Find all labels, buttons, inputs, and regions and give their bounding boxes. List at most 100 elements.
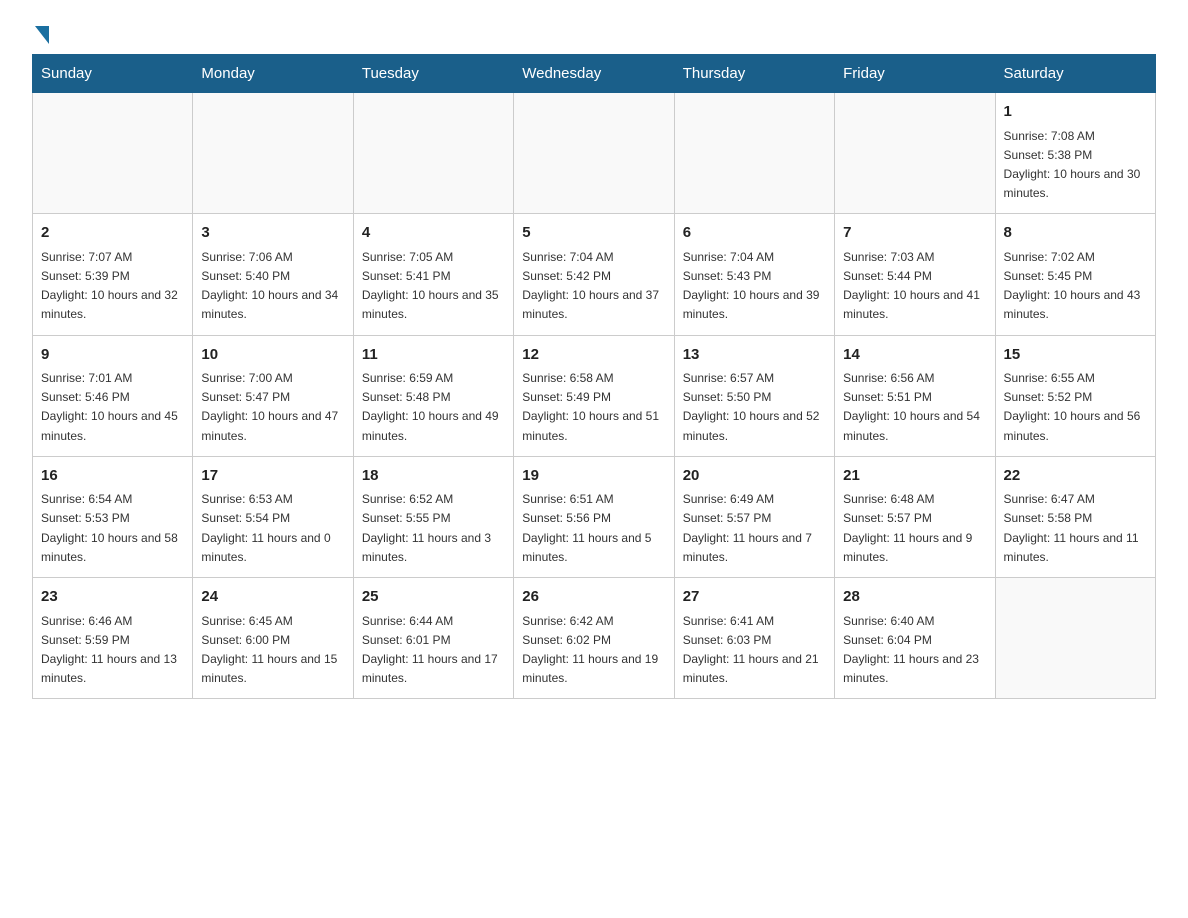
day-number: 28 xyxy=(843,586,986,609)
day-info: Sunrise: 6:42 AMSunset: 6:02 PMDaylight:… xyxy=(522,612,665,689)
day-number: 14 xyxy=(843,344,986,367)
day-info: Sunrise: 7:08 AMSunset: 5:38 PMDaylight:… xyxy=(1004,127,1147,204)
day-info: Sunrise: 7:02 AMSunset: 5:45 PMDaylight:… xyxy=(1004,248,1147,325)
calendar-cell xyxy=(835,93,995,214)
calendar-cell: 13Sunrise: 6:57 AMSunset: 5:50 PMDayligh… xyxy=(674,335,834,456)
day-number: 3 xyxy=(201,222,344,245)
day-info: Sunrise: 7:04 AMSunset: 5:42 PMDaylight:… xyxy=(522,248,665,325)
day-number: 25 xyxy=(362,586,505,609)
day-number: 13 xyxy=(683,344,826,367)
day-number: 1 xyxy=(1004,101,1147,124)
day-number: 21 xyxy=(843,465,986,488)
calendar-cell: 16Sunrise: 6:54 AMSunset: 5:53 PMDayligh… xyxy=(33,456,193,577)
logo xyxy=(32,24,49,42)
day-info: Sunrise: 7:00 AMSunset: 5:47 PMDaylight:… xyxy=(201,369,344,446)
day-info: Sunrise: 6:56 AMSunset: 5:51 PMDaylight:… xyxy=(843,369,986,446)
calendar-cell: 23 Sunrise: 6:46 AMSunset: 5:59 PMDayligh… xyxy=(33,578,193,699)
calendar-cell: 15Sunrise: 6:55 AMSunset: 5:52 PMDayligh… xyxy=(995,335,1155,456)
day-number: 6 xyxy=(683,222,826,245)
day-number: 12 xyxy=(522,344,665,367)
calendar-cell xyxy=(193,93,353,214)
calendar-cell: 4 Sunrise: 7:05 AMSunset: 5:41 PMDaylight… xyxy=(353,214,513,335)
day-info: Sunrise: 6:55 AMSunset: 5:52 PMDaylight:… xyxy=(1004,369,1147,446)
calendar-header-monday: Monday xyxy=(193,55,353,93)
day-number: 23 xyxy=(41,586,184,609)
calendar-cell xyxy=(353,93,513,214)
calendar-header-saturday: Saturday xyxy=(995,55,1155,93)
calendar-cell: 25 Sunrise: 6:44 AMSunset: 6:01 PMDayligh… xyxy=(353,578,513,699)
calendar-cell: 3 Sunrise: 7:06 AMSunset: 5:40 PMDaylight… xyxy=(193,214,353,335)
page-header xyxy=(32,24,1156,42)
day-info: Sunrise: 6:46 AMSunset: 5:59 PMDaylight:… xyxy=(41,612,184,689)
day-number: 20 xyxy=(683,465,826,488)
day-number: 16 xyxy=(41,465,184,488)
day-number: 26 xyxy=(522,586,665,609)
calendar-table: SundayMondayTuesdayWednesdayThursdayFrid… xyxy=(32,54,1156,699)
day-number: 11 xyxy=(362,344,505,367)
day-number: 4 xyxy=(362,222,505,245)
day-number: 22 xyxy=(1004,465,1147,488)
day-number: 18 xyxy=(362,465,505,488)
calendar-cell: 20Sunrise: 6:49 AMSunset: 5:57 PMDayligh… xyxy=(674,456,834,577)
calendar-cell xyxy=(674,93,834,214)
day-number: 5 xyxy=(522,222,665,245)
day-info: Sunrise: 6:53 AMSunset: 5:54 PMDaylight:… xyxy=(201,490,344,567)
calendar-cell xyxy=(33,93,193,214)
day-info: Sunrise: 6:51 AMSunset: 5:56 PMDaylight:… xyxy=(522,490,665,567)
calendar-cell: 12Sunrise: 6:58 AMSunset: 5:49 PMDayligh… xyxy=(514,335,674,456)
day-number: 2 xyxy=(41,222,184,245)
calendar-cell: 14Sunrise: 6:56 AMSunset: 5:51 PMDayligh… xyxy=(835,335,995,456)
calendar-cell: 28 Sunrise: 6:40 AMSunset: 6:04 PMDayligh… xyxy=(835,578,995,699)
calendar-cell: 21Sunrise: 6:48 AMSunset: 5:57 PMDayligh… xyxy=(835,456,995,577)
day-info: Sunrise: 7:03 AMSunset: 5:44 PMDaylight:… xyxy=(843,248,986,325)
day-info: Sunrise: 6:52 AMSunset: 5:55 PMDaylight:… xyxy=(362,490,505,567)
calendar-cell: 5 Sunrise: 7:04 AMSunset: 5:42 PMDaylight… xyxy=(514,214,674,335)
calendar-header-sunday: Sunday xyxy=(33,55,193,93)
day-number: 19 xyxy=(522,465,665,488)
day-info: Sunrise: 7:05 AMSunset: 5:41 PMDaylight:… xyxy=(362,248,505,325)
calendar-cell: 18Sunrise: 6:52 AMSunset: 5:55 PMDayligh… xyxy=(353,456,513,577)
calendar-cell: 17Sunrise: 6:53 AMSunset: 5:54 PMDayligh… xyxy=(193,456,353,577)
calendar-header-friday: Friday xyxy=(835,55,995,93)
calendar-cell: 26 Sunrise: 6:42 AMSunset: 6:02 PMDayligh… xyxy=(514,578,674,699)
calendar-week-row: 23 Sunrise: 6:46 AMSunset: 5:59 PMDayligh… xyxy=(33,578,1156,699)
day-info: Sunrise: 6:41 AMSunset: 6:03 PMDaylight:… xyxy=(683,612,826,689)
calendar-cell: 19Sunrise: 6:51 AMSunset: 5:56 PMDayligh… xyxy=(514,456,674,577)
day-info: Sunrise: 6:40 AMSunset: 6:04 PMDaylight:… xyxy=(843,612,986,689)
calendar-header-tuesday: Tuesday xyxy=(353,55,513,93)
calendar-week-row: 2 Sunrise: 7:07 AMSunset: 5:39 PMDaylight… xyxy=(33,214,1156,335)
calendar-header-row: SundayMondayTuesdayWednesdayThursdayFrid… xyxy=(33,55,1156,93)
day-info: Sunrise: 6:48 AMSunset: 5:57 PMDaylight:… xyxy=(843,490,986,567)
day-info: Sunrise: 6:59 AMSunset: 5:48 PMDaylight:… xyxy=(362,369,505,446)
day-number: 17 xyxy=(201,465,344,488)
day-info: Sunrise: 6:44 AMSunset: 6:01 PMDaylight:… xyxy=(362,612,505,689)
calendar-cell: 1 Sunrise: 7:08 AMSunset: 5:38 PMDaylight… xyxy=(995,93,1155,214)
calendar-cell: 22Sunrise: 6:47 AMSunset: 5:58 PMDayligh… xyxy=(995,456,1155,577)
day-number: 7 xyxy=(843,222,986,245)
day-info: Sunrise: 7:07 AMSunset: 5:39 PMDaylight:… xyxy=(41,248,184,325)
calendar-cell xyxy=(995,578,1155,699)
calendar-cell: 8 Sunrise: 7:02 AMSunset: 5:45 PMDaylight… xyxy=(995,214,1155,335)
calendar-cell: 27Sunrise: 6:41 AMSunset: 6:03 PMDayligh… xyxy=(674,578,834,699)
calendar-cell xyxy=(514,93,674,214)
day-info: Sunrise: 7:06 AMSunset: 5:40 PMDaylight:… xyxy=(201,248,344,325)
day-number: 10 xyxy=(201,344,344,367)
calendar-cell: 10Sunrise: 7:00 AMSunset: 5:47 PMDayligh… xyxy=(193,335,353,456)
day-number: 9 xyxy=(41,344,184,367)
logo-arrow-icon xyxy=(35,26,49,44)
calendar-cell: 9Sunrise: 7:01 AMSunset: 5:46 PMDaylight… xyxy=(33,335,193,456)
calendar-cell: 6 Sunrise: 7:04 AMSunset: 5:43 PMDaylight… xyxy=(674,214,834,335)
day-number: 8 xyxy=(1004,222,1147,245)
day-info: Sunrise: 7:01 AMSunset: 5:46 PMDaylight:… xyxy=(41,369,184,446)
calendar-header-wednesday: Wednesday xyxy=(514,55,674,93)
day-info: Sunrise: 6:54 AMSunset: 5:53 PMDaylight:… xyxy=(41,490,184,567)
day-info: Sunrise: 6:49 AMSunset: 5:57 PMDaylight:… xyxy=(683,490,826,567)
day-info: Sunrise: 7:04 AMSunset: 5:43 PMDaylight:… xyxy=(683,248,826,325)
calendar-cell: 11Sunrise: 6:59 AMSunset: 5:48 PMDayligh… xyxy=(353,335,513,456)
calendar-week-row: 16Sunrise: 6:54 AMSunset: 5:53 PMDayligh… xyxy=(33,456,1156,577)
day-info: Sunrise: 6:47 AMSunset: 5:58 PMDaylight:… xyxy=(1004,490,1147,567)
calendar-week-row: 9Sunrise: 7:01 AMSunset: 5:46 PMDaylight… xyxy=(33,335,1156,456)
calendar-week-row: 1 Sunrise: 7:08 AMSunset: 5:38 PMDaylight… xyxy=(33,93,1156,214)
day-number: 15 xyxy=(1004,344,1147,367)
day-number: 24 xyxy=(201,586,344,609)
